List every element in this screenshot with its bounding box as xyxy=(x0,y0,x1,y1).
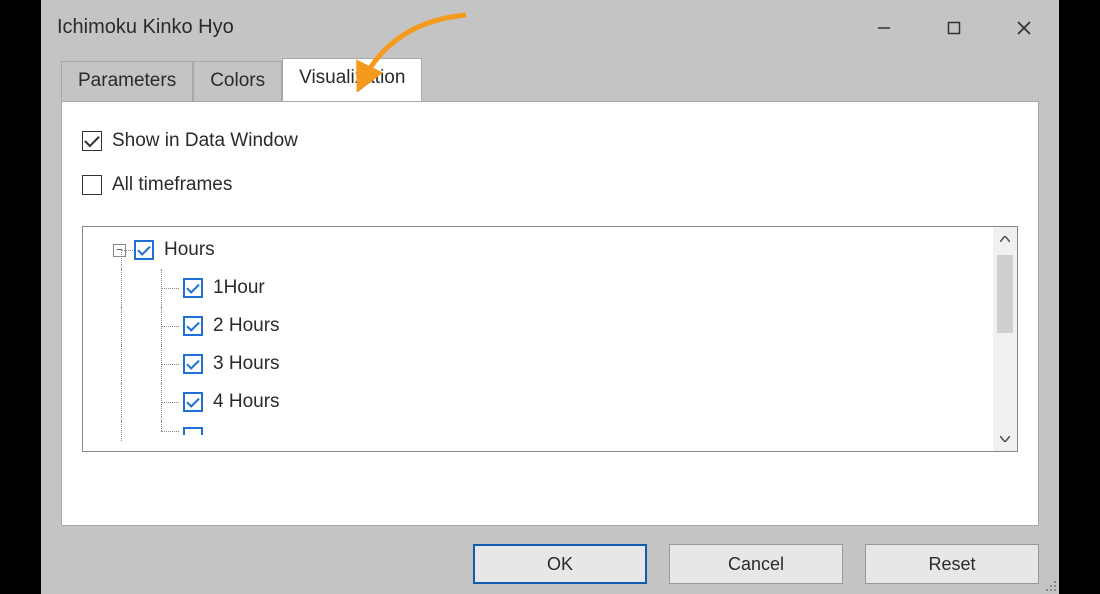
window-title: Ichimoku Kinko Hyo xyxy=(57,16,234,39)
close-button[interactable] xyxy=(989,0,1059,55)
checkbox-1hour[interactable] xyxy=(183,278,203,298)
tab-strip: Parameters Colors Visualization xyxy=(41,55,1059,101)
tree-node-hours[interactable]: − Hours xyxy=(83,231,993,269)
tab-content-visualization: Show in Data Window All timeframes − Hou… xyxy=(61,101,1039,526)
close-icon xyxy=(1016,20,1032,36)
checkbox-partial[interactable] xyxy=(183,427,203,435)
checkbox-hours[interactable] xyxy=(134,240,154,260)
tree-label-1hour: 1Hour xyxy=(213,277,265,299)
checkbox-3hours[interactable] xyxy=(183,354,203,374)
tree-node-4hours[interactable]: 4 Hours xyxy=(83,383,993,421)
tree-node-3hours[interactable]: 3 Hours xyxy=(83,345,993,383)
tab-visualization[interactable]: Visualization xyxy=(282,58,422,101)
option-show-in-data-window[interactable]: Show in Data Window xyxy=(62,130,1038,152)
checkbox-all-timeframes[interactable] xyxy=(82,175,102,195)
checkbox-show-in-data-window[interactable] xyxy=(82,131,102,151)
label-show-in-data-window: Show in Data Window xyxy=(112,130,298,152)
ok-button[interactable]: OK xyxy=(473,544,647,584)
minimize-button[interactable] xyxy=(849,0,919,55)
dialog-window: Ichimoku Kinko Hyo Parameters Colors Vis… xyxy=(41,0,1059,594)
dialog-buttons: OK Cancel Reset xyxy=(41,526,1059,594)
tree-label-4hours: 4 Hours xyxy=(213,391,280,413)
scroll-up-icon[interactable] xyxy=(993,227,1017,251)
titlebar: Ichimoku Kinko Hyo xyxy=(41,0,1059,55)
tree-node-2hours[interactable]: 2 Hours xyxy=(83,307,993,345)
tree-label-2hours: 2 Hours xyxy=(213,315,280,337)
tree-label-hours: Hours xyxy=(164,239,215,261)
reset-button[interactable]: Reset xyxy=(865,544,1039,584)
tab-colors[interactable]: Colors xyxy=(193,61,282,102)
tree-body: − Hours 1Hour 2 Hours xyxy=(83,227,993,451)
label-all-timeframes: All timeframes xyxy=(112,174,232,196)
maximize-button[interactable] xyxy=(919,0,989,55)
minimize-icon xyxy=(877,21,891,35)
checkbox-4hours[interactable] xyxy=(183,392,203,412)
tree-node-1hour[interactable]: 1Hour xyxy=(83,269,993,307)
timeframes-tree: − Hours 1Hour 2 Hours xyxy=(82,226,1018,452)
cancel-button[interactable]: Cancel xyxy=(669,544,843,584)
resize-grip-icon[interactable] xyxy=(1041,576,1057,592)
maximize-icon xyxy=(947,21,961,35)
tab-parameters[interactable]: Parameters xyxy=(61,61,193,102)
scroll-down-icon[interactable] xyxy=(993,427,1017,451)
option-all-timeframes[interactable]: All timeframes xyxy=(62,174,1038,196)
tree-scrollbar[interactable] xyxy=(993,227,1017,451)
scroll-thumb[interactable] xyxy=(997,255,1013,333)
tree-label-3hours: 3 Hours xyxy=(213,353,280,375)
tree-node-partial[interactable] xyxy=(83,421,993,441)
checkbox-2hours[interactable] xyxy=(183,316,203,336)
